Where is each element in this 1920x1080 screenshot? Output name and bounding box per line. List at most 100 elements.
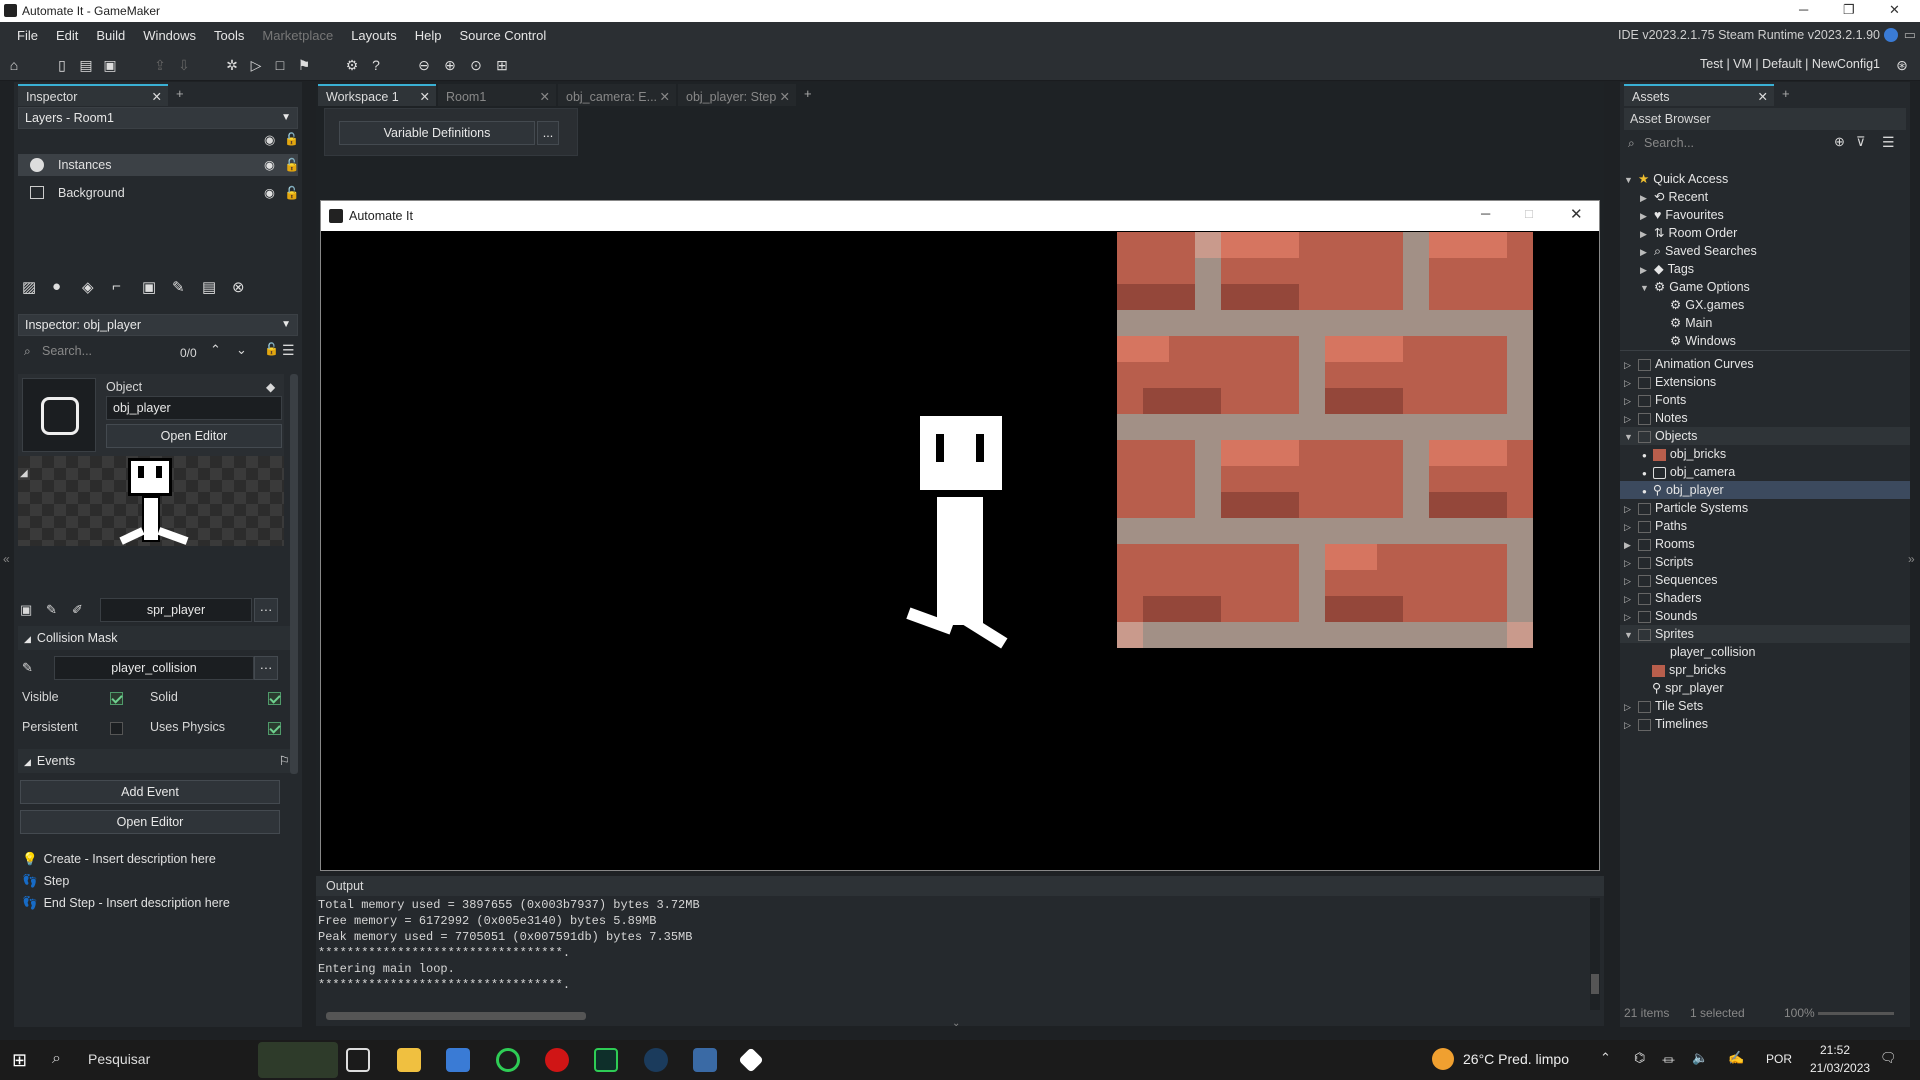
tree-notes[interactable]: ▷ Notes	[1624, 409, 1688, 427]
add-path-layer-icon[interactable]: ⌐	[112, 278, 121, 295]
eye-icon[interactable]: ◉	[264, 132, 275, 148]
tab-inspector[interactable]: Inspector ✕	[18, 84, 168, 106]
add-event-button[interactable]: Add Event	[20, 780, 280, 804]
network-icon[interactable]: ⌬	[1634, 1050, 1645, 1066]
open-editor-button-2[interactable]: Open Editor	[20, 810, 280, 834]
account-icon[interactable]	[1884, 28, 1898, 42]
taskbar-search[interactable]: Pesquisar	[88, 1051, 150, 1067]
tree-paths[interactable]: ▷ Paths	[1624, 517, 1687, 535]
collapse-left-icon[interactable]: «	[3, 552, 10, 566]
events-header[interactable]: ◢ Events ⚐	[18, 749, 298, 773]
object-name-field[interactable]: obj_player	[106, 396, 282, 420]
tree-game-options[interactable]: ▼ ⚙ Game Options	[1640, 278, 1750, 296]
tree-saved-searches[interactable]: ▶ ⌕ Saved Searches	[1640, 242, 1757, 260]
lock-icon[interactable]: 🔓	[264, 342, 279, 356]
clock-time[interactable]: 21:52	[1820, 1043, 1850, 1057]
tree-tags[interactable]: ▶ ◆ Tags	[1640, 260, 1694, 278]
layers-select[interactable]: Layers - Room1 ▼	[18, 107, 298, 129]
tree-player-collision[interactable]: player_collision	[1670, 643, 1755, 661]
tree-sounds[interactable]: ▷ Sounds	[1624, 607, 1697, 625]
add-tile-layer-icon[interactable]: ◈	[82, 278, 94, 296]
minimize-icon[interactable]: ─	[1799, 2, 1808, 17]
menu-layouts[interactable]: Layouts	[342, 22, 406, 49]
wifi-icon[interactable]: ⏛	[1662, 1050, 1675, 1069]
home-icon[interactable]: ⌂	[4, 55, 24, 75]
export-icon[interactable]: ⇪	[150, 55, 170, 75]
chat-icon[interactable]: ▭	[1904, 27, 1916, 43]
event-row-end-step[interactable]: 👣 End Step - Insert description here	[22, 892, 282, 914]
tab-obj-camera[interactable]: obj_camera: E... ✕	[558, 84, 676, 106]
tree-extensions[interactable]: ▷ Extensions	[1624, 373, 1716, 391]
tab-obj-player-step[interactable]: obj_player: Step ✕	[678, 84, 796, 106]
solid-checkbox[interactable]	[268, 692, 281, 705]
close-icon[interactable]: ✕	[1570, 205, 1583, 223]
layer-row-instances[interactable]: Instances ◉ 🔓	[18, 154, 300, 176]
add-asset-icon[interactable]: ⊕	[1834, 134, 1845, 150]
tag-icon[interactable]: ◆	[266, 380, 275, 394]
grid-icon[interactable]: ⊞	[492, 55, 512, 75]
collision-mask-field[interactable]: player_collision	[54, 656, 254, 680]
chevron-up-icon[interactable]: ⌃	[210, 342, 221, 358]
gx-games-icon[interactable]	[594, 1048, 618, 1072]
weather-text[interactable]: 26°C Pred. limpo	[1463, 1051, 1569, 1067]
add-background-layer-icon[interactable]: ▨	[22, 278, 36, 296]
save-icon[interactable]: ▣	[100, 55, 120, 75]
asset-search-input[interactable]: Search...	[1644, 136, 1794, 150]
add-tab-icon[interactable]: +	[804, 86, 812, 101]
zoom-reset-icon[interactable]: ⊙	[466, 55, 486, 75]
run-icon[interactable]: ▷	[246, 55, 266, 75]
tree-obj-camera[interactable]: ● obj_camera	[1620, 463, 1910, 481]
tree-tile-sets[interactable]: ▷ Tile Sets	[1624, 697, 1703, 715]
tree-sequences[interactable]: ▷ Sequences	[1624, 571, 1718, 589]
target-config[interactable]: Test | VM | Default | NewConfig1	[1700, 57, 1880, 71]
tree-sprites[interactable]: ▼ Sprites	[1620, 625, 1910, 643]
inspector-select[interactable]: Inspector: obj_player ▼	[18, 314, 298, 336]
calculator-icon[interactable]	[693, 1048, 717, 1072]
edit-sprite-icon[interactable]: ✎	[46, 602, 57, 618]
menu-tools[interactable]: Tools	[205, 22, 253, 49]
tree-animation-curves[interactable]: ▷ Animation Curves	[1624, 355, 1754, 373]
output-hscrollbar[interactable]	[326, 1012, 586, 1020]
tree-shaders[interactable]: ▷ Shaders	[1624, 589, 1702, 607]
menu-windows[interactable]: Windows	[134, 22, 205, 49]
tree-room-order[interactable]: ▶ ⇅ Room Order	[1640, 224, 1737, 242]
notifications-icon[interactable]: 🗨	[1880, 1050, 1897, 1066]
tree-favourites[interactable]: ▶ ♥ Favourites	[1640, 206, 1724, 224]
delete-layer-icon[interactable]: ⊗	[232, 278, 245, 296]
inspector-scrollbar[interactable]	[290, 374, 298, 774]
settings-icon[interactable]: ⚙	[342, 55, 362, 75]
scroll-thumb[interactable]	[1591, 974, 1599, 994]
visible-checkbox[interactable]	[110, 692, 123, 705]
pen-icon[interactable]: ✍	[1728, 1050, 1744, 1066]
add-tab-icon[interactable]: +	[1782, 86, 1790, 101]
uses-physics-checkbox[interactable]	[268, 722, 281, 735]
menu-help[interactable]: Help	[406, 22, 451, 49]
filter-icon[interactable]: ⊽	[1856, 134, 1866, 150]
zoom-out-icon[interactable]: ⊖	[414, 55, 434, 75]
tree-windows[interactable]: ⚙ Windows	[1670, 332, 1736, 350]
inspector-search-input[interactable]: Search...	[42, 344, 172, 358]
tab-assets[interactable]: Assets ✕	[1624, 84, 1774, 106]
lock-icon[interactable]: 🔓	[284, 154, 300, 176]
tree-obj-bricks[interactable]: ● obj_bricks	[1620, 445, 1910, 463]
tree-timelines[interactable]: ▷ Timelines	[1624, 715, 1708, 733]
close-icon[interactable]: ✕	[540, 86, 550, 108]
task-view-icon[interactable]	[346, 1048, 370, 1072]
tree-fonts[interactable]: ▷ Fonts	[1624, 391, 1686, 409]
tab-workspace-1[interactable]: Workspace 1 ✕	[318, 84, 436, 106]
mask-more-button[interactable]: ···	[254, 656, 278, 680]
add-effect-layer-icon[interactable]: ✎	[172, 278, 185, 296]
menu-edit[interactable]: Edit	[47, 22, 87, 49]
output-vscrollbar[interactable]	[1590, 898, 1600, 1010]
sprite-field[interactable]: spr_player	[100, 598, 252, 622]
new-sprite-icon[interactable]: ▣	[20, 602, 32, 618]
tree-gx-games[interactable]: ⚙ GX.games	[1670, 296, 1744, 314]
debug-icon[interactable]: ✲	[222, 55, 242, 75]
lock-icon[interactable]: 🔓	[284, 132, 299, 146]
expand-down-icon[interactable]: ⌄	[952, 1018, 960, 1029]
add-folder-icon[interactable]: ▤	[202, 278, 216, 296]
menu-icon[interactable]: ☰	[1882, 134, 1895, 151]
file-explorer-icon[interactable]	[397, 1048, 421, 1072]
close-icon[interactable]: ✕	[152, 86, 162, 108]
event-row-create[interactable]: 💡 Create - Insert description here	[22, 848, 282, 870]
